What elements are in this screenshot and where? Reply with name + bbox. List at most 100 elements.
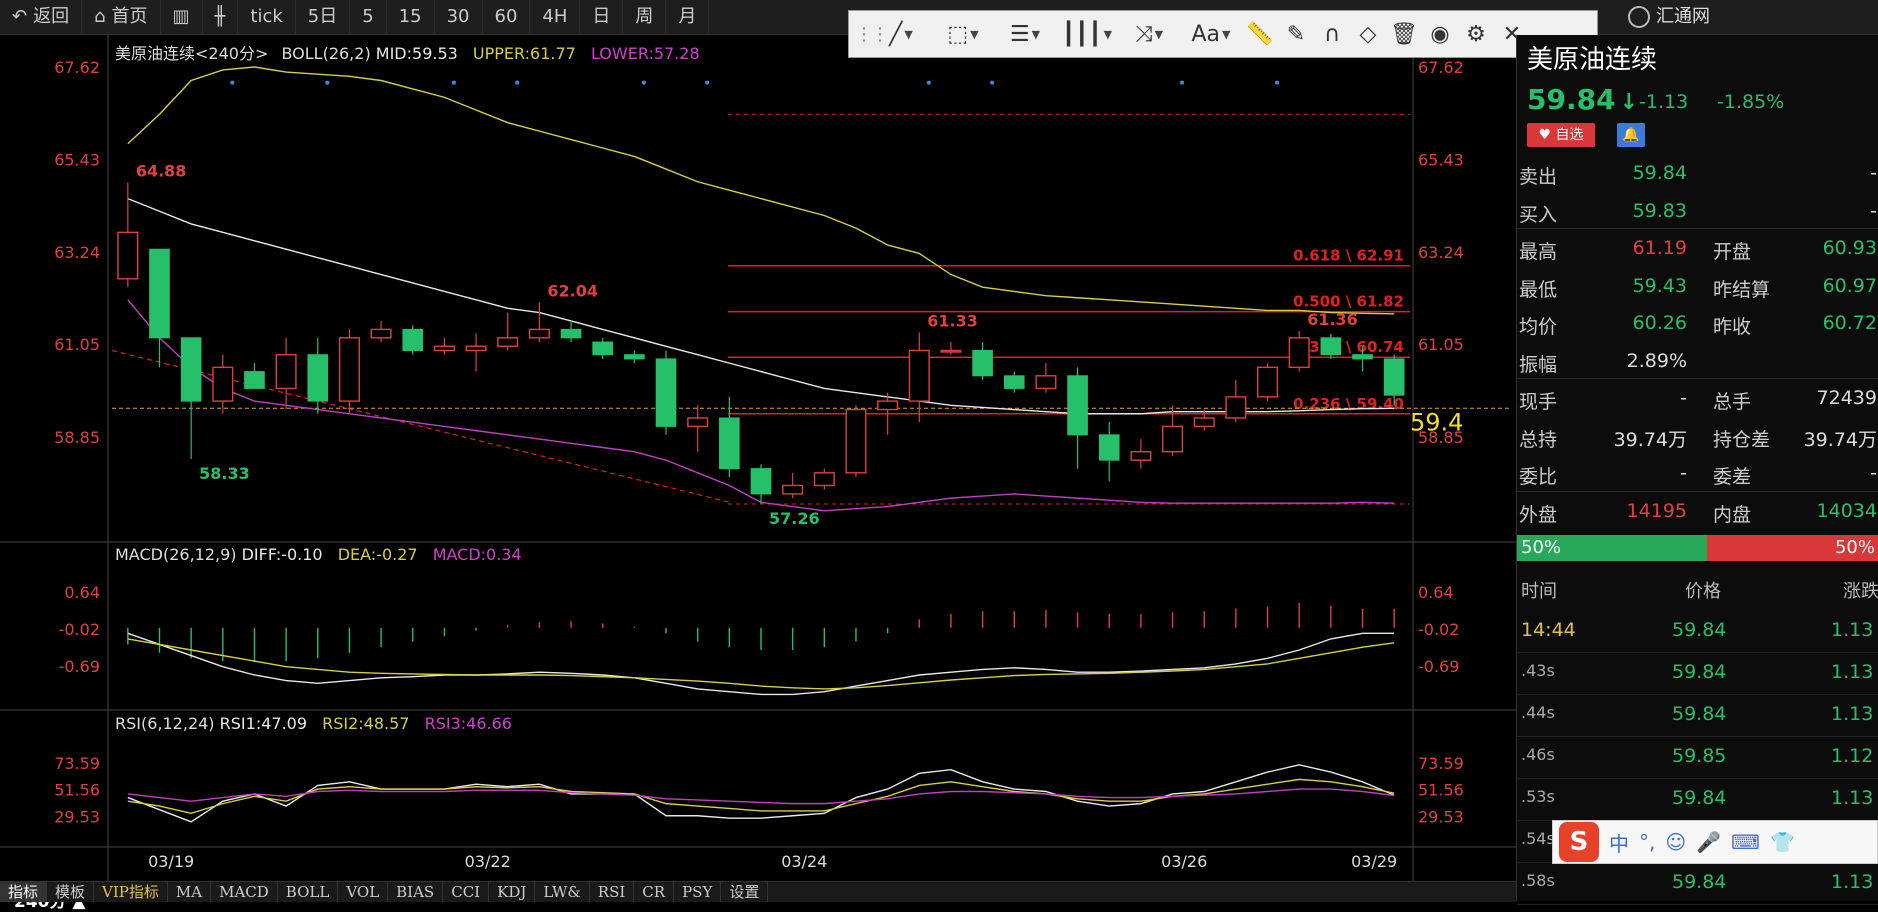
candle-body — [465, 345, 487, 352]
tick-col-change: 涨跌 — [1843, 581, 1878, 602]
home-button[interactable]: ⌂ 首页 — [82, 0, 161, 34]
indicator-tab[interactable]: VOL — [338, 882, 389, 902]
period-month[interactable]: 月 — [666, 0, 710, 34]
alert-button[interactable]: 🔔 — [1617, 123, 1645, 147]
candle-body — [972, 349, 993, 377]
ime-punct-icon[interactable]: °, — [1639, 830, 1655, 854]
channel-tool-icon: ┃┃┃ — [1061, 21, 1102, 47]
eye-button[interactable]: ◉ — [1423, 14, 1457, 54]
period-15[interactable]: 15 — [387, 0, 435, 34]
eraser-button[interactable]: ◇ — [1351, 14, 1385, 54]
quote-value: 2.89% — [1626, 349, 1687, 372]
period-tick[interactable]: tick — [238, 0, 296, 34]
candle-body — [402, 328, 424, 351]
tick-row: .44s 59.84 1.13 — [1517, 694, 1878, 737]
rsi2-value: RSI2:48.57 — [322, 714, 410, 733]
period-60[interactable]: 60 — [483, 0, 531, 34]
indicator-tab[interactable]: VIP指标 — [94, 882, 168, 902]
candle-body — [149, 248, 170, 339]
indicator-tab[interactable]: CR — [634, 882, 675, 902]
candle-body — [1193, 417, 1215, 428]
candle-body — [1162, 425, 1184, 453]
chart-area[interactable]: 67.62 67.62 65.43 65.43 63.24 63.24 61.05 61.05… — [0, 35, 1516, 912]
ime-keyboard-icon[interactable]: ⌨ — [1731, 830, 1760, 854]
candle-body — [813, 472, 835, 487]
indicator-tabs: 指标 模板 VIP指标 MA MACD BOLL VOL BIAS CCI KDJ LW& RSI CR… — [0, 881, 1516, 902]
signal-dot — [515, 80, 520, 85]
period-5[interactable]: 5 — [350, 0, 387, 34]
fib-tool-button[interactable]: ☰ ▼ — [995, 14, 1055, 54]
indicator-tab[interactable]: 模板 — [47, 882, 95, 902]
indicator-tab[interactable]: 指标 — [0, 882, 48, 902]
indicator-tab[interactable]: RSI — [590, 882, 635, 902]
indicator-tab[interactable]: CCI — [443, 882, 490, 902]
line-tool-button[interactable]: ╱ ▼ — [871, 14, 931, 54]
ime-toolbar[interactable]: S 中 °, ☺ 🎤 ⌨ 👕 — [1552, 820, 1878, 864]
period-5day[interactable]: 5日 — [296, 0, 351, 34]
macd-y-tick: -0.02 — [59, 620, 100, 639]
indicator-tab[interactable]: MACD — [211, 882, 278, 902]
price-annotation: 61.36 — [1307, 310, 1358, 329]
line-chart-button[interactable]: ▥ — [161, 0, 203, 34]
ime-logo-icon: S — [1559, 822, 1599, 862]
last-price-value: 59.84 — [1527, 83, 1616, 116]
indicator-tab[interactable]: KDJ — [489, 882, 536, 902]
quote-value: 59.84 — [1632, 162, 1687, 184]
gear-icon: ⚙ — [1466, 21, 1486, 47]
signal-dot — [705, 80, 710, 85]
chart-svg[interactable]: 67.62 67.62 65.43 65.43 63.24 63.24 61.05 61.05… — [0, 35, 1516, 881]
rsi-y-tick: 73.59 — [54, 754, 100, 773]
channel-tool-button[interactable]: ┃┃┃ ▼ — [1057, 14, 1117, 54]
heart-icon: ♥ — [1538, 127, 1552, 143]
buy-pct: 50% — [1517, 535, 1707, 561]
ime-emoji-icon[interactable]: ☺ — [1665, 830, 1686, 854]
indicator-tab[interactable]: BOLL — [278, 882, 339, 902]
pattern-tool-button[interactable]: ⤨ ▼ — [1119, 14, 1179, 54]
price-annotation: 62.04 — [547, 281, 598, 300]
candle-body — [750, 468, 772, 495]
magnet-button[interactable]: ∩ — [1315, 14, 1349, 54]
tick-time: .58s — [1521, 871, 1555, 890]
buy-sell-bar: 50% 50% — [1517, 535, 1878, 561]
text-tool-button[interactable]: Aa ▼ — [1181, 14, 1241, 54]
ime-skin-icon[interactable]: 👕 — [1770, 830, 1795, 854]
add-favorite-button[interactable]: ♥ 自选 — [1527, 123, 1595, 147]
grip-icon[interactable]: ⋮⋮ — [855, 24, 889, 45]
quote-value: 60.26 — [1632, 312, 1687, 334]
quote-label: 买入 — [1519, 203, 1558, 226]
ruler-button[interactable]: 📏 — [1243, 14, 1277, 54]
ime-mic-icon[interactable]: 🎤 — [1696, 830, 1721, 854]
indicator-tab[interactable]: PSY — [674, 882, 722, 902]
quote-label: 昨收 — [1713, 316, 1752, 338]
candle-body — [655, 358, 677, 427]
signal-dot — [926, 80, 931, 85]
indicator-tab[interactable]: 设置 — [721, 882, 769, 902]
indicator-tab[interactable]: MA — [168, 882, 212, 902]
settings-button[interactable]: ⚙ — [1459, 14, 1493, 54]
period-day[interactable]: 日 — [580, 0, 624, 34]
quote-value: 60.72 — [1822, 312, 1877, 334]
candle-body — [1352, 354, 1373, 360]
quote-row: 买入 59.83 - — [1517, 193, 1878, 230]
tick-price: 59.84 — [1672, 787, 1727, 809]
back-button[interactable]: ↶ 返回 — [0, 0, 83, 34]
indicator-tab[interactable]: LW& — [535, 882, 590, 902]
candle-body — [180, 337, 202, 402]
rsi-y-tick: 29.53 — [54, 807, 100, 826]
y-tick-label: 61.05 — [54, 335, 100, 354]
candle-body — [338, 337, 360, 402]
period-30[interactable]: 30 — [435, 0, 483, 34]
ime-chinese-icon[interactable]: 中 — [1609, 828, 1629, 857]
crop-tool-button[interactable]: ⬚ ▼ — [933, 14, 993, 54]
candlestick-button[interactable]: ╫ — [203, 0, 239, 34]
candle-body — [275, 353, 297, 390]
rsi-y-tick: 73.59 — [1418, 754, 1464, 773]
back-icon: ↶ — [12, 6, 28, 27]
period-4h[interactable]: 4H — [530, 0, 581, 34]
trash-button[interactable]: 🗑 — [1387, 14, 1421, 54]
quote-value: - — [1680, 387, 1687, 409]
indicator-tab[interactable]: BIAS — [388, 882, 444, 902]
period-week[interactable]: 周 — [623, 0, 667, 34]
candle-body — [719, 417, 740, 470]
pen-button[interactable]: ✎ — [1279, 14, 1313, 54]
